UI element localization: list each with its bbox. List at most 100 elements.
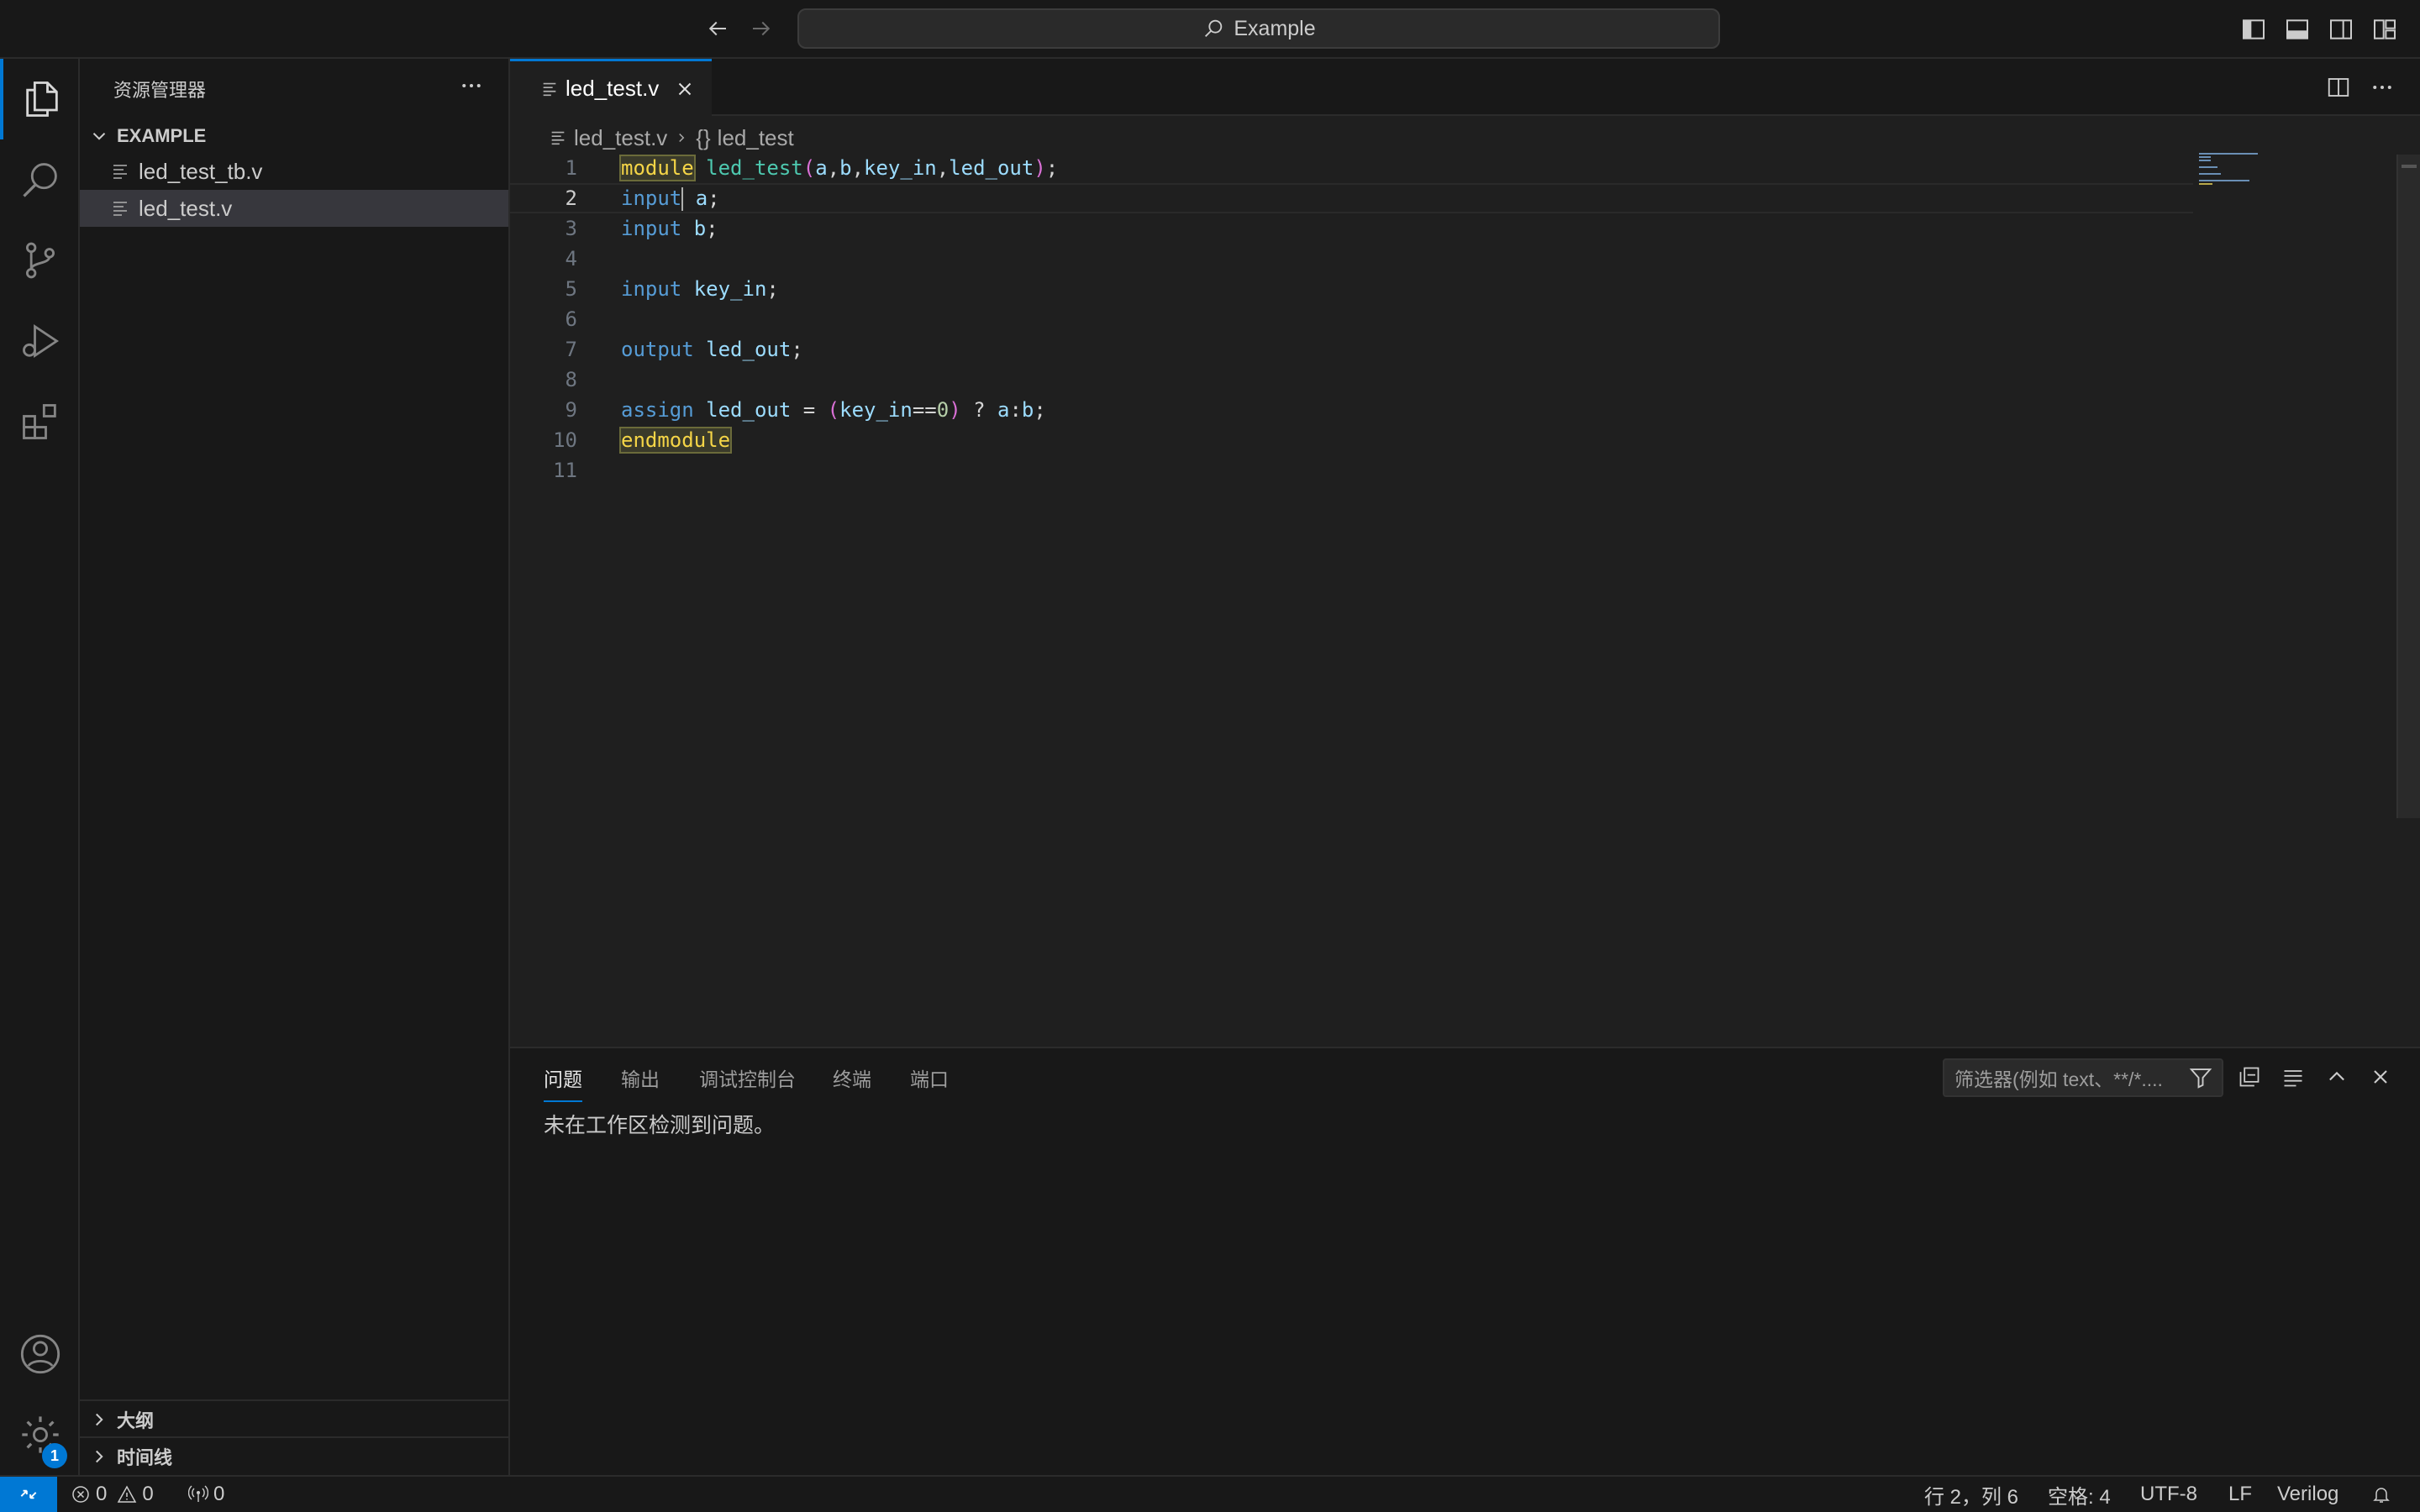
file-lines-icon xyxy=(113,165,127,179)
chevron-up-icon xyxy=(2329,1071,2344,1081)
remote-icon xyxy=(20,1489,37,1499)
filter-icon[interactable] xyxy=(2188,1065,2213,1090)
filter-placeholder: 筛选器(例如 text、**/*.... xyxy=(1954,1068,2163,1090)
search-icon xyxy=(22,163,57,197)
line-text: output led_out; xyxy=(621,338,803,361)
run-debug-icon xyxy=(22,324,59,358)
tab-output[interactable]: 输出 xyxy=(621,1063,660,1102)
tab-problems[interactable]: 问题 xyxy=(544,1063,582,1102)
chevron-right-icon xyxy=(96,1413,103,1426)
chevron-down-icon xyxy=(92,133,106,140)
toggle-primary-sidebar-button[interactable] xyxy=(2238,14,2269,45)
code-line: 9 assign led_out = (key_in==0) ? a:b; xyxy=(510,395,2191,425)
editor-area: led_test.v led_test.v {} led_test 1 modu… xyxy=(510,59,2420,1047)
indentation-button[interactable]: 空格: 4 xyxy=(2048,1477,2111,1512)
section-divider xyxy=(80,1399,508,1401)
arrow-right-icon xyxy=(753,21,771,36)
editor-more-actions-button[interactable] xyxy=(2367,72,2397,102)
command-center-label: Example xyxy=(1234,16,1316,40)
panel-layout-icon xyxy=(2286,19,2308,39)
manage-settings-button[interactable]: 1 xyxy=(0,1394,80,1475)
ellipsis-icon xyxy=(462,84,481,87)
explorer-more-actions-button[interactable] xyxy=(455,69,488,102)
no-problems-message: 未在工作区检测到问题。 xyxy=(544,1114,776,1137)
ports-count: 0 xyxy=(213,1483,225,1505)
file-item-led-test-tb[interactable]: led_test_tb.v xyxy=(80,153,508,190)
line-text: assign led_out = (key_in==0) ? a:b; xyxy=(621,398,1046,422)
accounts-button[interactable] xyxy=(0,1314,80,1394)
explorer-sidebar: 资源管理器 EXAMPLE led_test_tb.v led_test.v 大… xyxy=(80,59,510,1475)
settings-update-badge: 1 xyxy=(42,1443,67,1468)
line-number: 3 xyxy=(565,217,577,240)
warning-icon xyxy=(118,1485,137,1503)
toggle-panel-button[interactable] xyxy=(2282,14,2312,45)
customize-layout-button[interactable] xyxy=(2370,14,2400,45)
line-text: input a; xyxy=(621,186,720,211)
collapse-all-icon xyxy=(2239,1067,2260,1087)
timeline-label: 时间线 xyxy=(117,1447,173,1468)
minimap[interactable] xyxy=(2199,151,2291,202)
encoding-button[interactable]: UTF-8 xyxy=(2140,1477,2197,1512)
activity-bar: 1 xyxy=(0,59,80,1475)
command-center-search[interactable]: Example xyxy=(797,8,1720,49)
run-and-debug-view-button[interactable] xyxy=(0,301,80,381)
bell-icon xyxy=(2373,1488,2390,1503)
toggle-secondary-sidebar-button[interactable] xyxy=(2326,14,2356,45)
view-as-list-button[interactable] xyxy=(2278,1062,2308,1092)
timeline-section-header[interactable]: 时间线 xyxy=(80,1440,508,1473)
cursor-position-button[interactable]: 行 2，列 6 xyxy=(1924,1477,2018,1512)
code-line: 4 xyxy=(510,244,2191,274)
line-number: 5 xyxy=(565,277,577,301)
notifications-button[interactable] xyxy=(2371,1477,2391,1512)
split-editor-button[interactable] xyxy=(2323,72,2354,102)
line-number: 4 xyxy=(565,247,577,270)
end-of-line-button[interactable]: LF xyxy=(2228,1477,2252,1512)
editor-vertical-scrollbar[interactable] xyxy=(2396,155,2420,818)
forward-button[interactable] xyxy=(744,13,778,44)
line-number: 10 xyxy=(553,428,577,452)
breadcrumb-symbol[interactable]: led_test xyxy=(718,125,794,151)
line-text: input key_in; xyxy=(621,277,779,301)
file-lines-icon xyxy=(543,82,556,96)
line-number: 6 xyxy=(565,307,577,331)
forwarded-ports-button[interactable]: 0 xyxy=(188,1477,224,1512)
back-button[interactable] xyxy=(701,13,734,44)
problems-filter-input[interactable]: 筛选器(例如 text、**/*.... xyxy=(1943,1058,2223,1097)
breadcrumb-file[interactable]: led_test.v xyxy=(574,125,667,151)
files-icon xyxy=(25,81,58,117)
split-editor-icon xyxy=(2328,78,2349,97)
problems-status-button[interactable]: 0 0 xyxy=(71,1477,154,1512)
collapse-all-button[interactable] xyxy=(2234,1062,2265,1092)
sidebar-title: 资源管理器 xyxy=(113,80,207,101)
code-line: 7 output led_out; xyxy=(510,334,2191,365)
code-line: 1 module led_test(a,b,key_in,led_out); xyxy=(510,153,2191,183)
outline-section-header[interactable]: 大纲 xyxy=(80,1403,508,1436)
file-name: led_test.v xyxy=(139,195,233,221)
remote-indicator-button[interactable] xyxy=(0,1477,57,1512)
folder-header-example[interactable]: EXAMPLE xyxy=(80,119,508,153)
tab-debug-console[interactable]: 调试控制台 xyxy=(699,1063,796,1102)
tab-terminal[interactable]: 终端 xyxy=(833,1063,871,1102)
outline-label: 大纲 xyxy=(117,1410,155,1431)
tab-ports[interactable]: 端口 xyxy=(910,1063,949,1102)
line-number: 1 xyxy=(565,156,577,180)
braces-icon: {} xyxy=(696,124,711,150)
tab-led-test[interactable]: led_test.v xyxy=(510,59,712,116)
close-icon[interactable] xyxy=(674,78,696,100)
source-control-view-button[interactable] xyxy=(0,220,80,301)
search-icon xyxy=(1205,19,1223,37)
extensions-view-button[interactable] xyxy=(0,381,80,462)
file-name: led_test_tb.v xyxy=(139,158,263,184)
language-mode-button[interactable]: Verilog xyxy=(2277,1477,2338,1512)
file-lines-icon xyxy=(113,202,127,216)
explorer-view-button[interactable] xyxy=(0,59,80,139)
close-panel-button[interactable] xyxy=(2365,1062,2396,1092)
account-icon xyxy=(20,1334,60,1374)
close-icon xyxy=(2374,1070,2387,1084)
customize-layout-icon xyxy=(2374,19,2396,39)
maximize-panel-button[interactable] xyxy=(2322,1062,2352,1092)
section-divider xyxy=(80,1436,508,1438)
file-item-led-test[interactable]: led_test.v xyxy=(80,190,508,227)
search-view-button[interactable] xyxy=(0,139,80,220)
extensions-icon xyxy=(22,404,56,439)
